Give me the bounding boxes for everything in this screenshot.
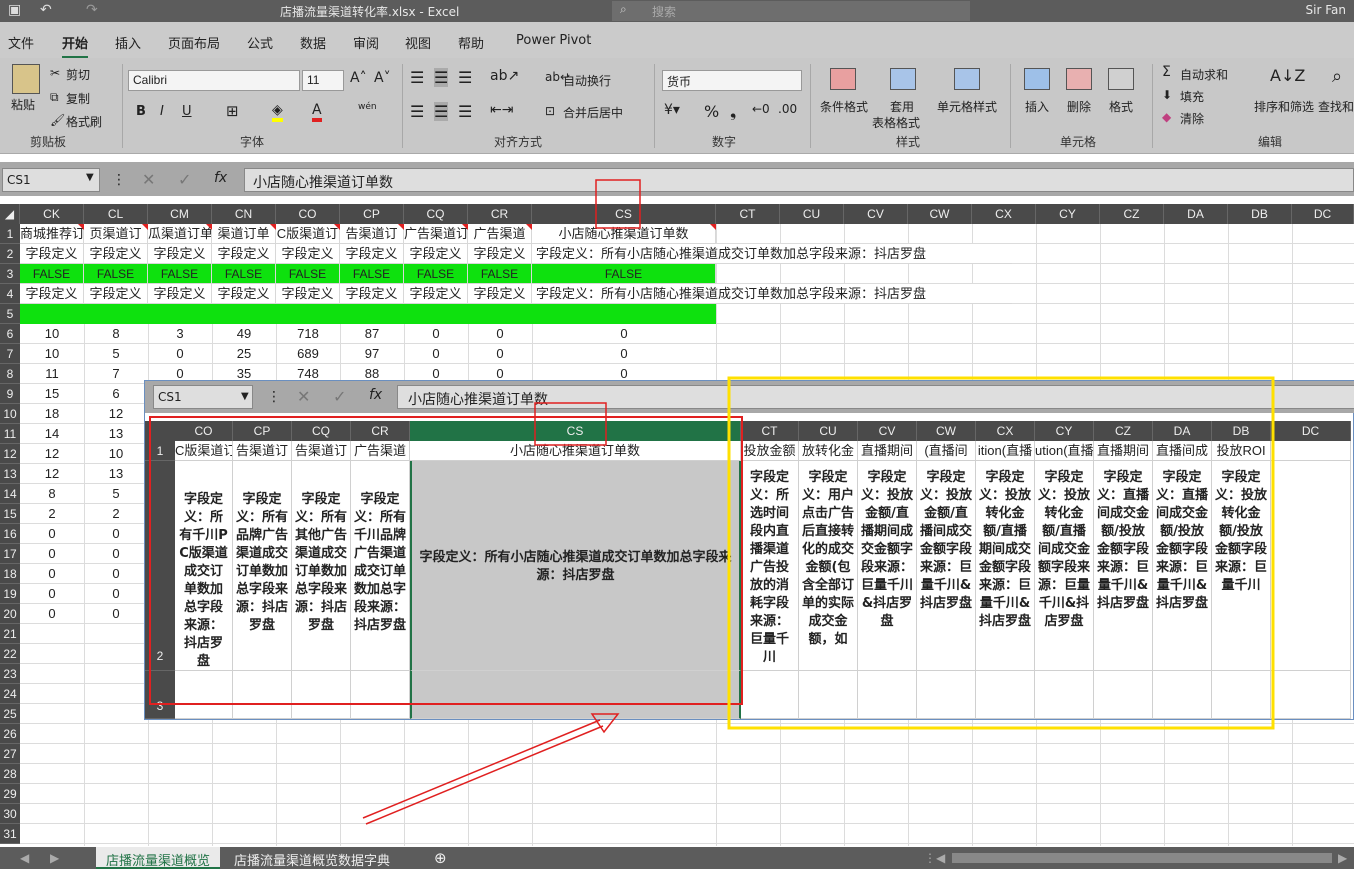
highlight-box-cs-header [595, 179, 641, 229]
prev-sheet-icon[interactable]: ◀ [20, 851, 29, 865]
arrow-line-a [362, 719, 601, 819]
next-sheet-icon[interactable]: ▶ [50, 851, 59, 865]
sheet-tab-overview[interactable]: 店播流量渠道概览 [96, 847, 221, 869]
highlight-box-yellow [727, 376, 1275, 730]
highlight-box-inset-cs [534, 402, 607, 446]
hscroll-more-icon: ⋮ [924, 851, 936, 865]
arrow-line-b [365, 725, 604, 825]
annotation-overlay [149, 179, 1275, 825]
hscroll-right-icon[interactable]: ▶ [1338, 851, 1347, 865]
sheet-tab-dictionary[interactable]: 店播流量渠道概览数据字典 [224, 847, 400, 869]
add-sheet-icon[interactable]: ⊕ [434, 849, 447, 867]
horizontal-scrollbar[interactable] [952, 853, 1332, 863]
hscroll-left-icon[interactable]: ◀ [936, 851, 945, 865]
highlight-box-inset-defs [149, 416, 743, 705]
sheet-tab-bar: ◀ ▶ 店播流量渠道概览 店播流量渠道概览数据字典 ⊕ ⋮ ◀ ▶ [0, 847, 1354, 869]
